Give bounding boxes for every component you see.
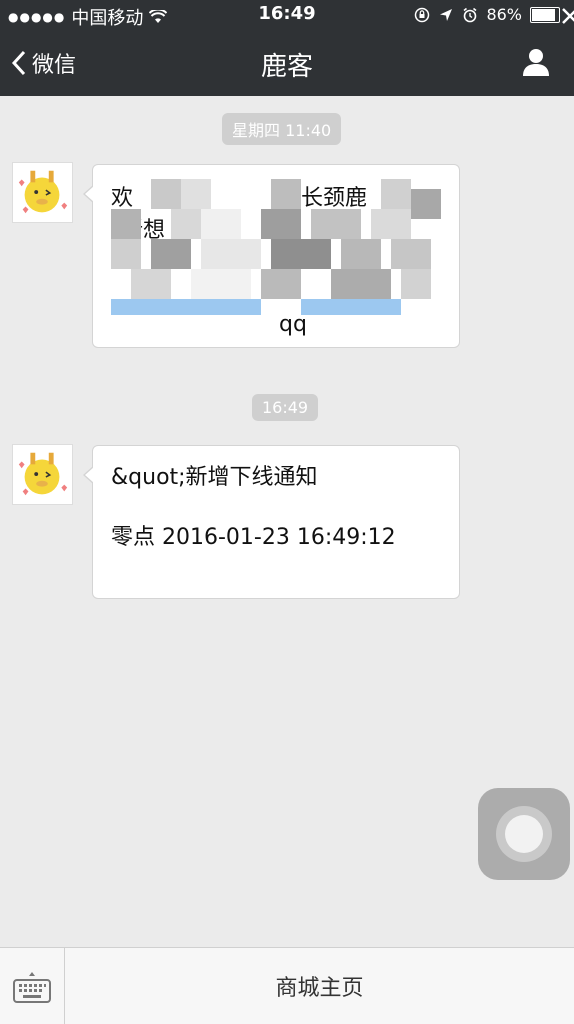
- keyboard-icon: [13, 972, 51, 1003]
- bottom-menu-bar: 商城主页: [0, 947, 574, 1024]
- status-right: 86%: [414, 5, 560, 24]
- message-line: &quot;新增下线通知: [111, 465, 318, 490]
- timestamp-pill: 16:49: [252, 394, 319, 421]
- alarm-icon: [463, 7, 477, 22]
- message-bubble[interactable]: &quot;新增下线通知 零点 2016-01-23 16:49:12: [83, 445, 460, 599]
- top-bar: ●●●●● 中国移动 16:49 86% 微信 鹿客: [0, 0, 574, 96]
- message-bubble[interactable]: 欢 长颈鹿 新想 qq: [83, 164, 460, 348]
- user-icon[interactable]: [520, 46, 552, 78]
- keyboard-toggle-button[interactable]: [0, 948, 65, 1024]
- location-icon: [440, 8, 453, 21]
- avatar[interactable]: [12, 444, 73, 505]
- battery-percent: 86%: [486, 5, 522, 24]
- battery-icon: [530, 6, 560, 23]
- page-title: 鹿客: [260, 52, 313, 82]
- menu-item-mall-home[interactable]: 商城主页: [65, 948, 574, 1024]
- giraffe-avatar-icon: [18, 170, 68, 214]
- message-line: 零点 2016-01-23 16:49:12: [111, 525, 396, 550]
- avatar[interactable]: [12, 162, 73, 223]
- rotation-lock-icon: [415, 7, 430, 22]
- redacted-mosaic: [111, 179, 441, 319]
- status-bar: ●●●●● 中国移动 16:49 86%: [0, 0, 574, 30]
- assistive-touch-button[interactable]: [478, 788, 570, 880]
- timestamp-pill: 星期四 11:40: [222, 113, 342, 145]
- nav-bar: 微信 鹿客: [0, 30, 574, 96]
- giraffe-avatar-icon: [18, 452, 68, 496]
- close-icon[interactable]: [558, 4, 574, 28]
